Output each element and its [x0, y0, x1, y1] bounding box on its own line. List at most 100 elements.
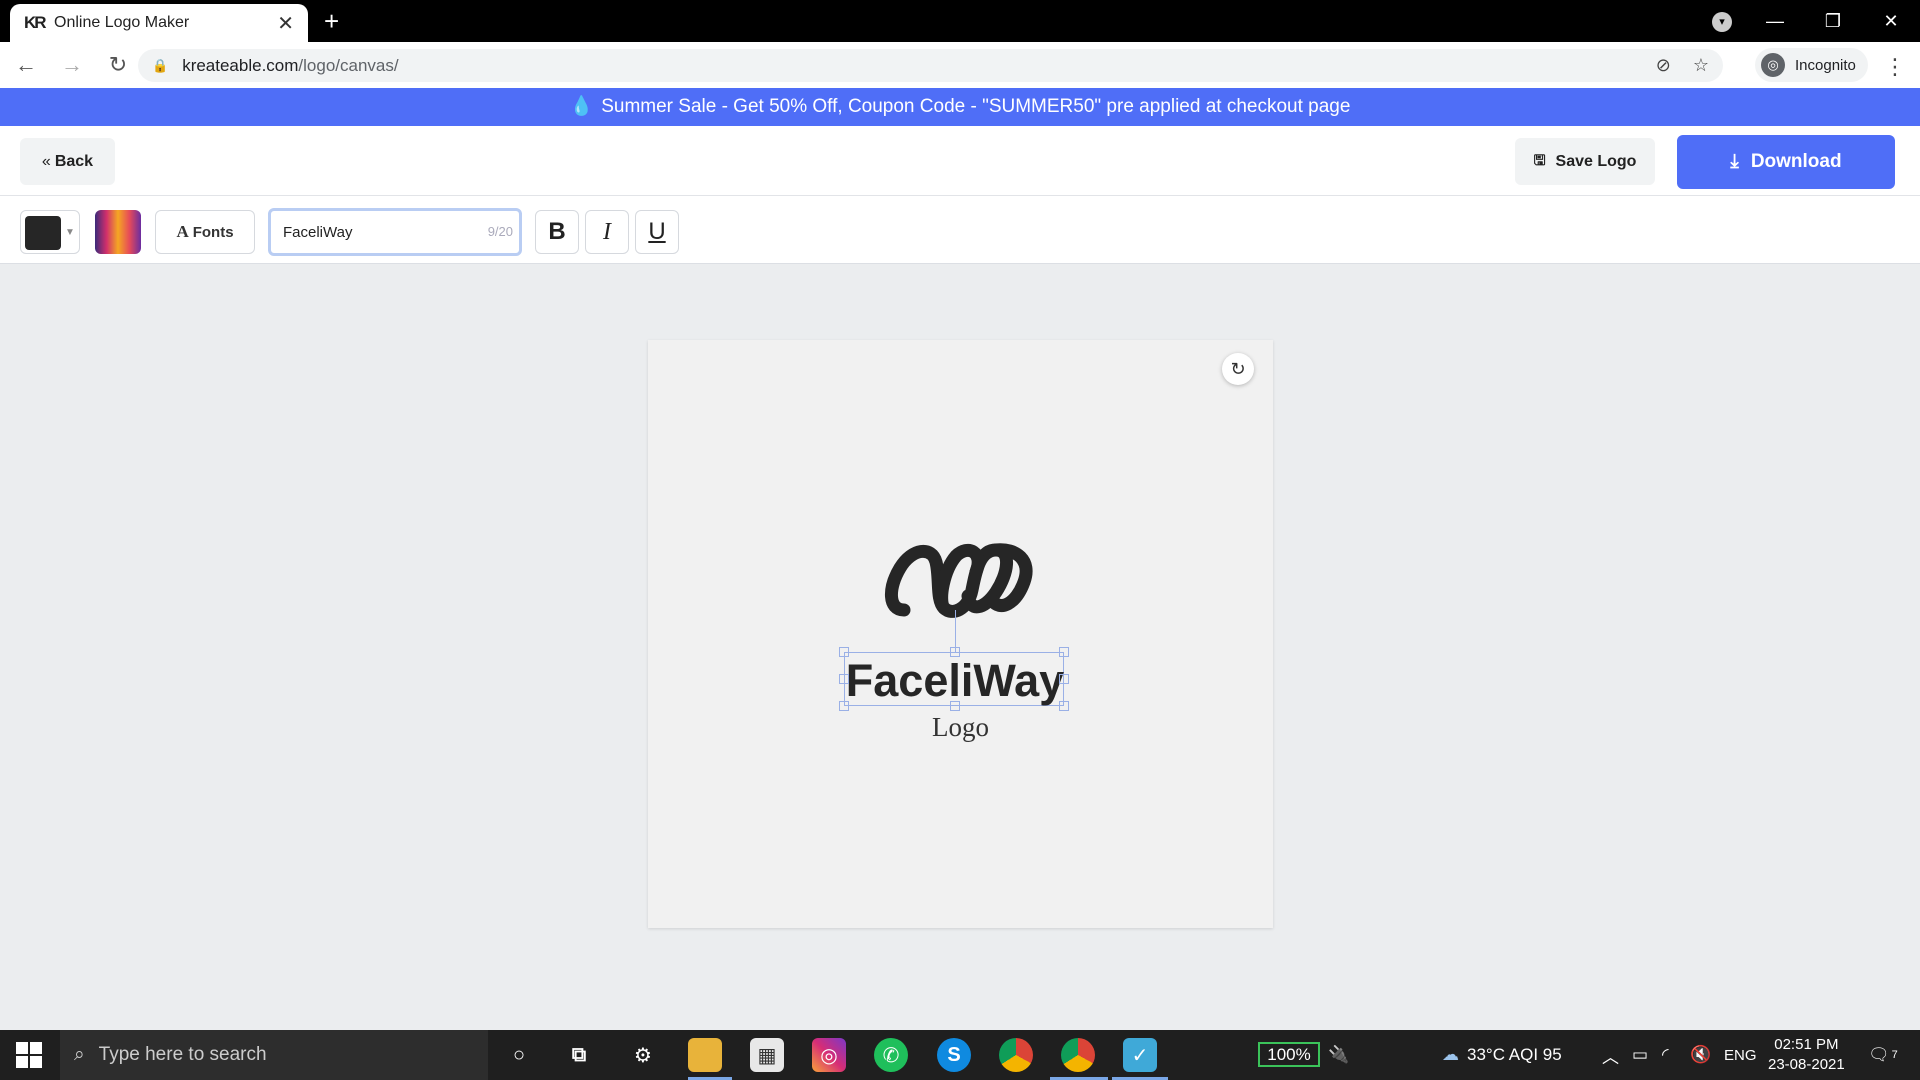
- restore-icon[interactable]: ❐: [1804, 11, 1862, 32]
- lock-icon: 🔒: [152, 57, 169, 73]
- tab-search-icon[interactable]: ▾: [1712, 12, 1732, 32]
- resize-handle-mr[interactable]: [1059, 674, 1069, 684]
- instagram-icon[interactable]: ◎: [812, 1038, 846, 1072]
- url-host: kreateable.com: [182, 55, 299, 75]
- notifications-icon[interactable]: 🗨 7: [1868, 1030, 1898, 1080]
- cortana-icon[interactable]: ○: [502, 1038, 536, 1072]
- taskbar-search[interactable]: ⌕ Type here to search: [60, 1030, 488, 1080]
- url-path: /logo/canvas/: [298, 55, 399, 75]
- url-text: kreateable.com/logo/canvas/: [182, 56, 1634, 76]
- taskbar-search-placeholder: Type here to search: [98, 1044, 267, 1065]
- alignment-guide: [955, 610, 956, 652]
- task-view-icon[interactable]: ⧉: [562, 1038, 596, 1072]
- site-favicon-icon: KR: [24, 13, 47, 32]
- fonts-button[interactable]: A Fonts: [155, 210, 255, 254]
- resize-handle-tm[interactable]: [950, 647, 960, 657]
- underline-button[interactable]: U: [635, 210, 679, 254]
- resize-handle-bm[interactable]: [950, 701, 960, 711]
- brand-text-field-wrapper: 9/20: [268, 208, 522, 256]
- bookmark-star-icon[interactable]: ☆: [1693, 55, 1709, 76]
- weather-widget[interactable]: ☁ 33°C AQI 95: [1442, 1030, 1562, 1080]
- weather-text: 33°C AQI 95: [1467, 1045, 1562, 1064]
- flame-icon: 💧: [569, 96, 594, 117]
- back-arrow-icon[interactable]: ←: [6, 52, 46, 78]
- whatsapp-icon[interactable]: ✆: [874, 1038, 908, 1072]
- tray-chevron-up-icon[interactable]: ︿: [1602, 1030, 1619, 1080]
- slogan-text[interactable]: Logo: [648, 712, 1273, 743]
- os-taskbar: ⌕ Type here to search ○ ⧉ ⚙ ▦ ◎ ✆ S ✓ 10…: [0, 1030, 1920, 1080]
- save-logo-label: Save Logo: [1555, 152, 1637, 170]
- battery-indicator[interactable]: 100%: [1258, 1042, 1320, 1067]
- bold-button[interactable]: B: [535, 210, 579, 254]
- app-header: « Back 🖫 Save Logo ⤓ Download: [0, 126, 1920, 196]
- url-field[interactable]: 🔒 kreateable.com/logo/canvas/ ⊘ ☆: [138, 49, 1723, 82]
- chevron-down-icon: ▼: [65, 227, 75, 238]
- back-label: Back: [54, 152, 94, 170]
- incognito-icon: ◎: [1761, 53, 1785, 77]
- text-toolbar: ▼ A Fonts 9/20 B I U: [0, 196, 1920, 264]
- reset-rotate-icon[interactable]: ↻: [1222, 353, 1254, 385]
- tab-close-icon[interactable]: ✕: [277, 11, 294, 36]
- browser-menu-icon[interactable]: ⋮: [1884, 54, 1906, 80]
- sale-banner[interactable]: 💧 Summer Sale - Get 50% Off, Coupon Code …: [0, 88, 1920, 126]
- forward-arrow-icon[interactable]: →: [52, 52, 92, 78]
- italic-button[interactable]: I: [585, 210, 629, 254]
- clock-time: 02:51 PM: [1774, 1036, 1839, 1053]
- tab-title: Online Logo Maker: [54, 14, 190, 31]
- logo-symbol[interactable]: [884, 540, 1036, 620]
- cloud-icon: ☁: [1442, 1045, 1459, 1064]
- resize-handle-br[interactable]: [1059, 701, 1069, 711]
- resize-handle-ml[interactable]: [839, 674, 849, 684]
- browser-tab-bar: KR Online Logo Maker ✕ + ▾ — ❐ ✕: [0, 0, 1920, 42]
- plug-icon: 🔌: [1328, 1045, 1350, 1064]
- reload-icon[interactable]: ↻: [98, 52, 138, 78]
- download-icon: ⤓: [1730, 151, 1739, 172]
- clock[interactable]: 02:51 PM 23-08-2021: [1768, 1035, 1845, 1075]
- language-indicator[interactable]: ENG: [1724, 1030, 1757, 1080]
- download-label: Download: [1750, 151, 1842, 172]
- incognito-profile-button[interactable]: ◎ Incognito: [1755, 48, 1868, 82]
- chat-bubble-icon: 🗨: [1868, 1045, 1890, 1064]
- color-swatch: [25, 216, 61, 250]
- clock-date: 23-08-2021: [1768, 1056, 1845, 1073]
- wifi-icon[interactable]: ◜: [1662, 1030, 1669, 1080]
- brand-text-input[interactable]: [271, 211, 471, 253]
- eye-off-icon[interactable]: ⊘: [1656, 55, 1671, 76]
- skype-icon[interactable]: S: [937, 1038, 971, 1072]
- double-chevron-left-icon: «: [41, 152, 51, 170]
- minimize-icon[interactable]: —: [1746, 11, 1804, 32]
- brand-name-text[interactable]: FaceliWay: [845, 655, 1065, 707]
- close-window-icon[interactable]: ✕: [1862, 11, 1920, 32]
- incognito-label: Incognito: [1795, 56, 1856, 74]
- char-counter: 9/20: [487, 224, 513, 239]
- browser-tab[interactable]: KR Online Logo Maker ✕: [10, 4, 308, 42]
- snipping-tool-icon[interactable]: ✓: [1123, 1038, 1157, 1072]
- resize-handle-tl[interactable]: [839, 647, 849, 657]
- chrome-icon[interactable]: [999, 1038, 1033, 1072]
- window-controls: — ❐ ✕: [1746, 0, 1920, 42]
- volume-muted-icon[interactable]: 🔇: [1690, 1030, 1711, 1080]
- store-icon[interactable]: ▦: [750, 1038, 784, 1072]
- new-tab-icon[interactable]: +: [324, 6, 339, 36]
- gradient-picker-button[interactable]: [95, 210, 141, 254]
- logo-canvas[interactable]: ↻ FaceliWay Logo: [648, 340, 1273, 928]
- settings-gear-icon[interactable]: ⚙: [626, 1038, 660, 1072]
- fonts-label: Fonts: [192, 223, 234, 241]
- chrome-incognito-icon[interactable]: [1061, 1038, 1095, 1072]
- search-icon: ⌕: [74, 1044, 85, 1065]
- notification-count: 7: [1891, 1049, 1898, 1061]
- font-icon: A: [176, 222, 189, 241]
- windows-start-icon[interactable]: [16, 1042, 42, 1068]
- floppy-disk-icon: 🖫: [1533, 151, 1546, 168]
- resize-handle-bl[interactable]: [839, 701, 849, 711]
- file-explorer-icon[interactable]: [688, 1038, 722, 1072]
- battery-tray-icon[interactable]: ▭: [1632, 1030, 1648, 1080]
- download-button[interactable]: ⤓ Download: [1677, 135, 1895, 189]
- back-button[interactable]: « Back: [20, 138, 115, 185]
- banner-text: Summer Sale - Get 50% Off, Coupon Code -…: [601, 96, 1351, 117]
- address-bar: ← → ↻ 🔒 kreateable.com/logo/canvas/ ⊘ ☆ …: [0, 42, 1920, 88]
- text-color-picker[interactable]: ▼: [20, 210, 80, 254]
- save-logo-button[interactable]: 🖫 Save Logo: [1515, 138, 1655, 185]
- brand-name-selection[interactable]: FaceliWay: [839, 647, 1069, 711]
- resize-handle-tr[interactable]: [1059, 647, 1069, 657]
